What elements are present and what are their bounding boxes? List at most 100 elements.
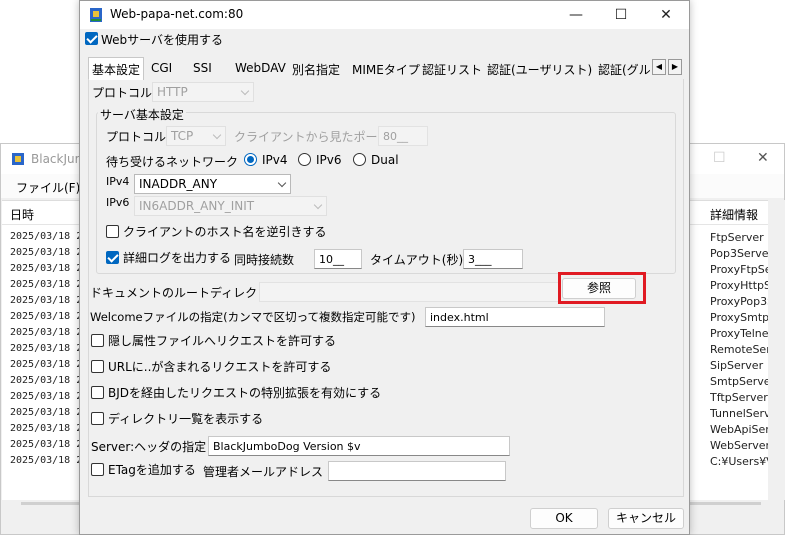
log-row-details[interactable]: WebServer bbox=[710, 439, 768, 452]
tab-alias[interactable]: 別名指定 bbox=[292, 59, 340, 79]
protocol-value: HTTP bbox=[157, 85, 188, 99]
protocol-select[interactable]: HTTP bbox=[152, 82, 254, 102]
chevron-down-icon bbox=[212, 130, 222, 140]
close-icon[interactable]: ✕ bbox=[757, 150, 769, 166]
log-row-date[interactable]: 2025/03/18 2 bbox=[10, 247, 82, 258]
welcome-file-field[interactable]: index.html bbox=[425, 307, 605, 327]
tab-bar: 基本設定 CGI SSI WebDAV 別名指定 MIMEタイプ 認証リスト 認… bbox=[88, 57, 684, 80]
etag-label: ETagを追加する bbox=[108, 463, 196, 477]
dotdot-url-label: URLに..が含まれるリクエストを許可する bbox=[108, 360, 332, 374]
column-details[interactable]: 詳細情報 bbox=[710, 206, 758, 223]
tab-scroll-right-icon[interactable]: ▶ bbox=[668, 59, 682, 75]
log-row-date[interactable]: 2025/03/18 2 bbox=[10, 343, 82, 354]
tab-auth-group[interactable]: 認証(グル bbox=[598, 59, 654, 79]
hidden-files-label: 隠し属性ファイルへリクエストを許可する bbox=[108, 334, 337, 348]
dir-listing-checkbox[interactable] bbox=[91, 412, 104, 425]
web-server-settings-dialog: Web-papa-net.com:80 — ☐ ✕ Webサーバを使用する 基本… bbox=[79, 0, 690, 535]
close-icon[interactable]: ✕ bbox=[646, 3, 686, 27]
radio-dual[interactable] bbox=[353, 153, 366, 166]
log-row-date[interactable]: 2025/03/18 2 bbox=[10, 263, 82, 274]
client-port-label: クライアントから見たポート bbox=[234, 130, 390, 144]
log-row-date[interactable]: 2025/03/18 2 bbox=[10, 455, 82, 466]
detail-log-label: 詳細ログを出力する bbox=[123, 251, 232, 265]
max-connections-label: 同時接続数 bbox=[234, 253, 295, 267]
log-row-details[interactable]: RemoteSer bbox=[710, 343, 768, 356]
log-row-date[interactable]: 2025/03/18 2 bbox=[10, 295, 82, 306]
server-header-label: Server:ヘッダの指定 bbox=[91, 440, 207, 454]
tab-mime[interactable]: MIMEタイプ bbox=[352, 59, 420, 79]
log-row-date[interactable]: 2025/03/18 2 bbox=[10, 375, 82, 386]
use-web-server-checkbox[interactable] bbox=[85, 32, 98, 45]
log-row-details[interactable]: TunnelServ bbox=[710, 407, 768, 420]
radio-dual-label: Dual bbox=[371, 153, 399, 167]
log-row-details[interactable]: SmtpServer bbox=[710, 375, 768, 388]
document-root-label: ドキュメントのルートディレクトリ bbox=[90, 286, 282, 300]
reverse-lookup-checkbox[interactable] bbox=[106, 225, 119, 238]
minimize-icon[interactable]: — bbox=[556, 3, 596, 27]
dialog-title-bar: Web-papa-net.com:80 — ☐ ✕ bbox=[80, 1, 689, 29]
maximize-icon[interactable]: ☐ bbox=[601, 3, 641, 27]
log-row-details[interactable]: SipServer bbox=[710, 359, 768, 372]
log-row-details[interactable]: WebApiServ bbox=[710, 423, 768, 436]
app-icon bbox=[90, 8, 102, 22]
log-row-date[interactable]: 2025/03/18 2 bbox=[10, 423, 82, 434]
tab-auth-user-list[interactable]: 認証(ユーザリスト) bbox=[487, 59, 592, 79]
log-row-details[interactable]: Pop3Server bbox=[710, 247, 768, 260]
log-row-details[interactable]: ProxyHttpS bbox=[710, 279, 768, 292]
log-row-date[interactable]: 2025/03/18 2 bbox=[10, 279, 82, 290]
dotdot-url-checkbox[interactable] bbox=[91, 360, 104, 373]
client-port-field[interactable]: 80__ bbox=[378, 126, 428, 146]
ok-button[interactable]: OK bbox=[530, 508, 598, 529]
hidden-files-checkbox[interactable] bbox=[91, 334, 104, 347]
radio-ipv6[interactable] bbox=[298, 153, 311, 166]
tab-basic[interactable]: 基本設定 bbox=[88, 57, 145, 80]
log-row-details[interactable]: ProxyTelne bbox=[710, 327, 768, 340]
server-protocol-select[interactable]: TCP bbox=[166, 126, 226, 146]
log-row-details[interactable]: ProxyFtpSe bbox=[710, 263, 768, 276]
max-connections-field[interactable]: 10__ bbox=[314, 249, 362, 269]
tab-auth-list[interactable]: 認証リスト bbox=[422, 59, 482, 79]
ipv4-value: INADDR_ANY bbox=[139, 177, 218, 191]
log-row-details[interactable]: ProxySmtpS bbox=[710, 311, 768, 324]
tab-webdav[interactable]: WebDAV bbox=[235, 59, 286, 79]
log-row-date[interactable]: 2025/03/18 2 bbox=[10, 311, 82, 322]
log-row-date[interactable]: 2025/03/18 2 bbox=[10, 327, 82, 338]
bjd-extension-checkbox[interactable] bbox=[91, 386, 104, 399]
admin-mail-field[interactable] bbox=[328, 461, 506, 481]
log-row-details[interactable]: TftpServer bbox=[710, 391, 768, 404]
log-row-details[interactable]: C:¥Users¥V bbox=[710, 455, 768, 468]
ipv6-select[interactable]: IN6ADDR_ANY_INIT bbox=[134, 196, 327, 216]
radio-ipv6-label: IPv6 bbox=[316, 153, 342, 167]
dir-listing-label: ディレクトリ一覧を表示する bbox=[108, 412, 264, 426]
server-protocol-label: プロトコル bbox=[106, 130, 167, 144]
detail-log-checkbox[interactable] bbox=[106, 251, 119, 264]
document-root-field[interactable] bbox=[259, 282, 559, 302]
tab-ssi[interactable]: SSI bbox=[193, 59, 212, 79]
chevron-down-icon bbox=[313, 200, 323, 210]
log-list-scrollbar[interactable] bbox=[768, 200, 785, 500]
tab-scroll-left-icon[interactable]: ◀ bbox=[652, 59, 666, 75]
timeout-field[interactable]: 3___ bbox=[463, 249, 523, 269]
server-protocol-value: TCP bbox=[171, 129, 194, 143]
ipv6-label: IPv6 bbox=[106, 196, 130, 209]
column-date[interactable]: 日時 bbox=[10, 206, 34, 223]
app-icon bbox=[12, 153, 24, 165]
etag-checkbox[interactable] bbox=[91, 463, 104, 476]
log-row-details[interactable]: FtpServer bbox=[710, 231, 768, 244]
log-row-date[interactable]: 2025/03/18 2 bbox=[10, 439, 82, 450]
log-row-date[interactable]: 2025/03/18 2 bbox=[10, 231, 82, 242]
log-row-date[interactable]: 2025/03/18 2 bbox=[10, 407, 82, 418]
ipv4-label: IPv4 bbox=[106, 175, 130, 188]
log-row-details[interactable]: ProxyPop3S bbox=[710, 295, 768, 308]
tab-cgi[interactable]: CGI bbox=[151, 59, 172, 79]
browse-button-highlight bbox=[558, 272, 646, 304]
log-row-date[interactable]: 2025/03/18 2 bbox=[10, 391, 82, 402]
server-basic-settings-title: サーバ基本設定 bbox=[98, 106, 186, 123]
radio-ipv4[interactable] bbox=[244, 153, 257, 166]
cancel-button[interactable]: キャンセル bbox=[608, 508, 684, 529]
ipv4-select[interactable]: INADDR_ANY bbox=[134, 174, 291, 194]
admin-mail-label: 管理者メールアドレス bbox=[203, 465, 324, 479]
menu-file[interactable]: ファイル(F) bbox=[16, 179, 80, 196]
log-row-date[interactable]: 2025/03/18 2 bbox=[10, 359, 82, 370]
server-header-field[interactable]: BlackJumboDog Version $v bbox=[208, 436, 510, 456]
